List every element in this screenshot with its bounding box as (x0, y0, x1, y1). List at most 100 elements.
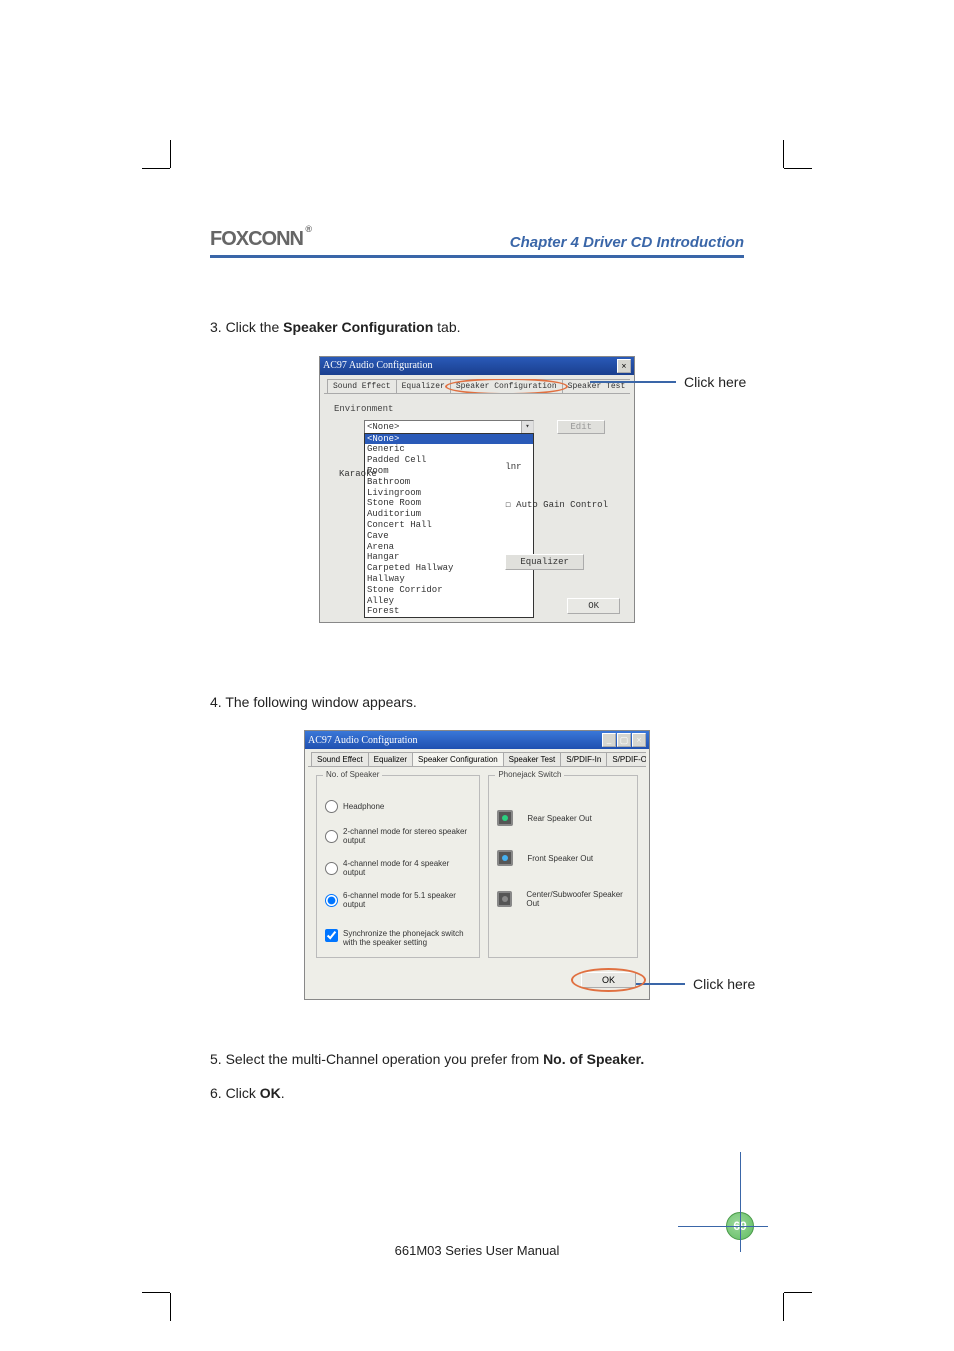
dialog-body: Environment <None> ▾ Edit <None> Generic… (324, 394, 630, 594)
callout-text: Click here (676, 374, 746, 390)
page-header: FOXCONN Chapter 4 Driver CD Introduction (210, 228, 744, 258)
env-option[interactable]: Forest (365, 606, 533, 617)
crop-mark (170, 1293, 171, 1321)
jack-center: Center/Subwoofer Speaker Out (497, 890, 629, 908)
close-icon[interactable]: × (632, 733, 646, 747)
window-controls: _ ▢ × (602, 733, 646, 747)
radio-headphone[interactable]: Headphone (325, 800, 471, 813)
radio-label: Headphone (343, 802, 384, 811)
env-option[interactable]: Generic (365, 444, 533, 455)
callout-line (590, 381, 676, 383)
phonejack-legend: Phonejack Switch (495, 770, 564, 779)
equalizer-button[interactable]: Equalizer (505, 554, 584, 570)
step-3-prefix: 3. Click the (210, 319, 283, 335)
no-of-speaker-fieldset: No. of Speaker Headphone 2-channel mode … (316, 775, 480, 958)
step-5-bold: No. of Speaker. (543, 1051, 644, 1067)
lnr-label: lnr (505, 462, 608, 472)
tab-row: Sound EffectEqualizerSpeaker Configurati… (308, 752, 646, 767)
figure-1: AC97 Audio Configuration × Sound EffectE… (210, 356, 744, 623)
step-6-prefix: 6. Click (210, 1085, 260, 1101)
step-3-bold: Speaker Configuration (283, 319, 433, 335)
badge-line-h (678, 1226, 768, 1227)
env-option[interactable]: Stone Corridor (365, 585, 533, 596)
env-option[interactable]: Alley (365, 596, 533, 607)
step-6-bold: OK (260, 1085, 281, 1101)
tab-sound-effect[interactable]: Sound Effect (311, 752, 369, 766)
env-option[interactable]: <None> (365, 434, 533, 445)
no-of-speaker-legend: No. of Speaker (323, 770, 382, 779)
badge-line-v (740, 1152, 741, 1252)
dropdown-arrow-icon[interactable]: ▾ (521, 421, 533, 433)
radio-label: 4-channel mode for 4 speaker output (343, 859, 471, 877)
sync-checkbox[interactable]: Synchronize the phonejack switch with th… (325, 929, 471, 947)
jack-rear: Rear Speaker Out (497, 810, 629, 826)
jack-label: Front Speaker Out (527, 854, 593, 863)
crop-mark (142, 1292, 170, 1293)
minimize-icon[interactable]: _ (602, 733, 616, 747)
ok-button[interactable]: OK (581, 972, 636, 988)
jack-label: Center/Subwoofer Speaker Out (526, 890, 629, 908)
window-title: AC97 Audio Configuration (308, 735, 417, 746)
dialog-right-pane: lnr ☐ Auto Gain Control Equalizer (505, 462, 608, 570)
tab-row: Sound EffectEqualizer Speaker Configurati… (324, 379, 630, 394)
ok-row: OK (308, 966, 646, 996)
crop-mark (170, 140, 171, 168)
crop-mark (142, 168, 170, 169)
radio-4ch[interactable]: 4-channel mode for 4 speaker output (325, 859, 471, 877)
radio-label: 2-channel mode for stereo speaker output (343, 827, 471, 845)
close-icon[interactable]: × (617, 359, 631, 373)
radio-label: 6-channel mode for 5.1 speaker output (343, 891, 471, 909)
tab-spdif-out[interactable]: S/PDIF-Out (606, 752, 646, 766)
edit-button: Edit (557, 420, 605, 434)
check-label: Synchronize the phonejack switch with th… (343, 929, 471, 947)
footer-text: 661M03 Series User Manual (395, 1243, 560, 1258)
crop-mark (783, 1293, 784, 1321)
jack-icon (497, 850, 513, 866)
radio-6ch[interactable]: 6-channel mode for 5.1 speaker output (325, 891, 471, 909)
maximize-icon[interactable]: ▢ (617, 733, 631, 747)
tab-speaker-test[interactable]: Speaker Test (503, 752, 562, 766)
auto-gain-checkbox[interactable]: ☐ Auto Gain Control (505, 500, 608, 510)
tab-equalizer[interactable]: Equalizer (396, 379, 451, 393)
step-6-text: 6. Click OK. (210, 1084, 744, 1104)
tab-speaker-config[interactable]: Speaker Configuration (412, 752, 504, 766)
crop-mark (784, 168, 812, 169)
ac97-dialog-2: AC97 Audio Configuration _ ▢ × Sound Eff… (304, 730, 650, 1000)
callout-1: Click here (590, 374, 746, 390)
step-5-text: 5. Select the multi-Channel operation yo… (210, 1050, 744, 1070)
foxconn-logo: FOXCONN (210, 228, 303, 251)
jack-icon (497, 891, 512, 907)
ok-button-wrap: OK (581, 972, 636, 988)
titlebar: AC97 Audio Configuration _ ▢ × (305, 731, 649, 749)
jack-front: Front Speaker Out (497, 850, 629, 866)
environment-selected: <None> (367, 422, 399, 432)
crop-mark (784, 1292, 812, 1293)
tab-speaker-config-label: Speaker Configuration (456, 382, 557, 391)
step-5-prefix: 5. Select the multi-Channel operation yo… (210, 1051, 543, 1067)
auto-gain-label: Auto Gain Control (516, 500, 608, 510)
tab-spdif-in[interactable]: S/PDIF-In (560, 752, 607, 766)
tab-sound-effect[interactable]: Sound Effect (327, 379, 397, 393)
environment-combobox[interactable]: <None> ▾ (364, 420, 534, 434)
environment-label: Environment (334, 404, 620, 414)
step-4-text: 4. The following window appears. (210, 693, 744, 713)
jack-icon (497, 810, 513, 826)
window-title: AC97 Audio Configuration (323, 360, 432, 371)
page-number-badge: 69 (726, 1212, 754, 1240)
phonejack-fieldset: Phonejack Switch Rear Speaker Out Front … (488, 775, 638, 958)
env-option[interactable]: Hallway (365, 574, 533, 585)
crop-mark (783, 140, 784, 168)
ac97-dialog-1: AC97 Audio Configuration × Sound EffectE… (319, 356, 635, 623)
jack-label: Rear Speaker Out (527, 814, 591, 823)
step-6-suffix: . (281, 1085, 285, 1101)
radio-2ch[interactable]: 2-channel mode for stereo speaker output (325, 827, 471, 845)
page-footer: 661M03 Series User Manual 69 (170, 1242, 784, 1260)
figure-2: AC97 Audio Configuration _ ▢ × Sound Eff… (210, 730, 744, 1000)
chapter-title: Chapter 4 Driver CD Introduction (510, 234, 744, 251)
tab-equalizer[interactable]: Equalizer (368, 752, 413, 766)
tab-speaker-config[interactable]: Speaker Configuration (450, 379, 563, 393)
callout-text: Click here (685, 976, 755, 992)
page-content: FOXCONN Chapter 4 Driver CD Introduction… (170, 168, 784, 1288)
titlebar: AC97 Audio Configuration × (320, 357, 634, 375)
step-3-text: 3. Click the Speaker Configuration tab. (210, 318, 744, 338)
